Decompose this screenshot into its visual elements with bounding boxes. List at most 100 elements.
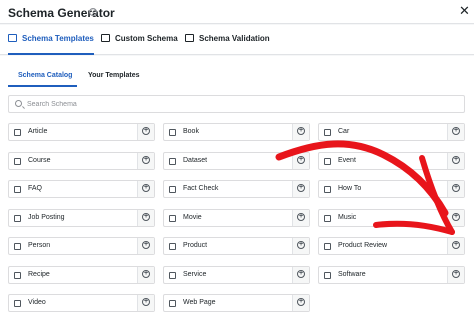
video-icon — [14, 300, 21, 307]
plus-circle-icon: + — [142, 298, 150, 306]
schema-card-label: Music — [338, 214, 357, 221]
faq-icon — [14, 186, 21, 193]
add-schema-button[interactable]: + — [137, 238, 154, 254]
add-schema-button[interactable]: + — [137, 153, 154, 169]
schema-card-label: Dataset — [183, 157, 208, 164]
schema-card-label: Article — [28, 128, 48, 135]
add-schema-button[interactable]: + — [447, 124, 464, 140]
document-icon — [8, 34, 17, 42]
add-schema-button[interactable]: + — [447, 153, 464, 169]
plus-circle-icon: + — [297, 184, 305, 192]
tab-schema-templates[interactable]: Schema Templates — [8, 34, 94, 55]
software-icon — [324, 272, 331, 279]
add-schema-button[interactable]: + — [137, 210, 154, 226]
search-input[interactable] — [27, 97, 447, 111]
schema-card[interactable]: Product Review + — [318, 237, 465, 255]
add-schema-button[interactable]: + — [137, 181, 154, 197]
close-icon[interactable]: ✕ — [459, 4, 470, 18]
add-schema-button[interactable]: + — [447, 267, 464, 283]
tab-label: Schema Templates — [22, 34, 94, 43]
webpage-icon — [169, 300, 176, 307]
briefcase-icon — [14, 215, 21, 222]
add-schema-button[interactable]: + — [137, 267, 154, 283]
movie-icon — [169, 215, 176, 222]
plus-circle-icon: + — [452, 156, 460, 164]
course-icon — [14, 158, 21, 165]
schema-card[interactable]: Job Posting + — [8, 209, 155, 227]
add-schema-button[interactable]: + — [292, 210, 309, 226]
plus-circle-icon: + — [297, 270, 305, 278]
schema-card[interactable]: Web Page + — [163, 294, 310, 312]
schema-card[interactable]: Book + — [163, 123, 310, 141]
question-circle-icon[interactable]: ? — [89, 8, 97, 16]
tab-custom-schema[interactable]: Custom Schema — [101, 34, 178, 55]
schema-card[interactable]: Movie + — [163, 209, 310, 227]
plus-circle-icon: + — [452, 241, 460, 249]
plus-circle-icon: + — [142, 241, 150, 249]
tab-label: Custom Schema — [115, 34, 178, 43]
code-window-icon — [185, 34, 194, 42]
schema-card[interactable]: Product + — [163, 237, 310, 255]
schema-card-label: FAQ — [28, 185, 43, 192]
schema-card[interactable]: Article + — [8, 123, 155, 141]
schema-card-label: Person — [28, 242, 51, 249]
book-icon — [169, 129, 176, 136]
schema-card-label: Service — [183, 271, 207, 278]
schema-card-label: Fact Check — [183, 185, 219, 192]
plus-circle-icon: + — [452, 270, 460, 278]
plus-circle-icon: + — [297, 156, 305, 164]
schema-card[interactable]: Software + — [318, 266, 465, 284]
schema-card[interactable]: Car + — [318, 123, 465, 141]
add-schema-button[interactable]: + — [292, 267, 309, 283]
plus-circle-icon: + — [142, 127, 150, 135]
schema-card[interactable]: FAQ + — [8, 180, 155, 198]
search-box — [8, 95, 465, 113]
main-tabs: Schema Templates Custom Schema Schema Va… — [0, 25, 474, 55]
header-bar: Schema Generator ? ✕ — [0, 0, 474, 24]
add-schema-button[interactable]: + — [447, 210, 464, 226]
tab-schema-catalog[interactable]: Schema Catalog — [18, 72, 72, 79]
schema-card[interactable]: Recipe + — [8, 266, 155, 284]
add-schema-button[interactable]: + — [292, 124, 309, 140]
plus-circle-icon: + — [452, 184, 460, 192]
add-schema-button[interactable]: + — [292, 295, 309, 311]
schema-card-label: Software — [338, 271, 366, 278]
schema-card[interactable]: Dataset + — [163, 152, 310, 170]
page-title: Schema Generator — [8, 6, 115, 20]
fact-check-icon — [169, 186, 176, 193]
plus-circle-icon: + — [297, 241, 305, 249]
schema-card[interactable]: Person + — [8, 237, 155, 255]
schema-card[interactable]: How To + — [318, 180, 465, 198]
add-schema-button[interactable]: + — [447, 238, 464, 254]
schema-card-label: Car — [338, 128, 350, 135]
schema-card-label: Web Page — [183, 299, 216, 306]
add-schema-button[interactable]: + — [137, 295, 154, 311]
tab-schema-validation[interactable]: Schema Validation — [185, 34, 270, 55]
cart-icon — [169, 243, 176, 250]
person-icon — [14, 243, 21, 250]
tab-label: Schema Validation — [199, 34, 270, 43]
edit-icon — [101, 34, 110, 42]
schema-card-label: Event — [338, 157, 356, 164]
schema-card[interactable]: Service + — [163, 266, 310, 284]
add-schema-button[interactable]: + — [447, 181, 464, 197]
add-schema-button[interactable]: + — [137, 124, 154, 140]
add-schema-button[interactable]: + — [292, 238, 309, 254]
schema-card[interactable]: Course + — [8, 152, 155, 170]
car-icon — [324, 129, 331, 136]
plus-circle-icon: + — [297, 127, 305, 135]
schema-card-label: Recipe — [28, 271, 50, 278]
schema-card[interactable]: Video + — [8, 294, 155, 312]
plus-circle-icon: + — [142, 184, 150, 192]
schema-card[interactable]: Music + — [318, 209, 465, 227]
add-schema-button[interactable]: + — [292, 153, 309, 169]
tab-your-templates[interactable]: Your Templates — [88, 72, 139, 79]
schema-card[interactable]: Event + — [318, 152, 465, 170]
howto-icon — [324, 186, 331, 193]
schema-card-label: How To — [338, 185, 362, 192]
search-icon — [15, 100, 22, 107]
schema-card[interactable]: Fact Check + — [163, 180, 310, 198]
article-icon — [14, 129, 21, 136]
add-schema-button[interactable]: + — [292, 181, 309, 197]
calendar-icon — [324, 158, 331, 165]
